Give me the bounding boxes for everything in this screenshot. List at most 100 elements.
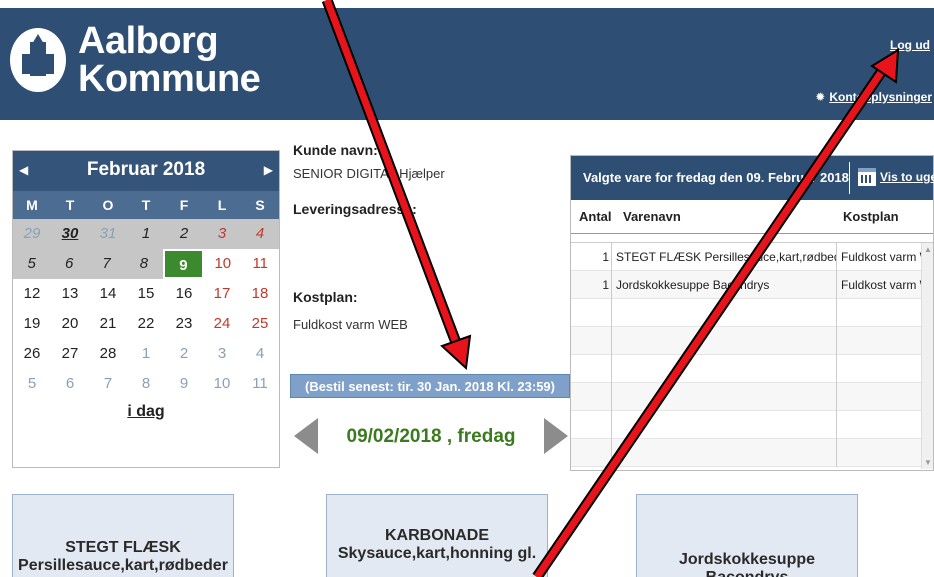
- meal-card[interactable]: STEGT FLÆSK Persillesauce,kart,rødbeder: [12, 494, 234, 577]
- show-two-weeks-button[interactable]: Vis to uger: [849, 162, 934, 194]
- calendar-day[interactable]: 26: [13, 339, 51, 369]
- calendar-day[interactable]: 30: [51, 219, 89, 249]
- calendar-day[interactable]: 25: [241, 309, 279, 339]
- calendar-day[interactable]: 9: [165, 369, 203, 399]
- meal-card-title: STEGT FLÆSK: [65, 539, 181, 556]
- calendar-weekdays: M T O T F L S: [13, 191, 279, 219]
- weekday-label: S: [255, 197, 265, 213]
- calendar-day[interactable]: 11: [241, 249, 279, 279]
- meal-plan-value: Fuldkost varm WEB: [293, 317, 408, 332]
- weekday-label: T: [141, 197, 151, 213]
- calendar-day[interactable]: 18: [241, 279, 279, 309]
- table-header: Antal Varenavn Kostplan: [571, 200, 933, 234]
- calendar-day[interactable]: 21: [89, 309, 127, 339]
- calendar-day[interactable]: 7: [89, 369, 127, 399]
- account-info-label: Kontooplysninger: [829, 90, 932, 104]
- meal-plan-label: Kostplan:: [293, 289, 358, 305]
- weekday-label: O: [102, 197, 114, 213]
- meal-card-subtitle: Skysauce,kart,honning gl.: [337, 545, 537, 562]
- column-header-kostplan: Kostplan: [843, 209, 899, 224]
- customer-name-value: SENIOR DIGITAL Hjælper: [293, 166, 445, 181]
- calendar-day[interactable]: 16: [165, 279, 203, 309]
- calendar-day[interactable]: 6: [51, 369, 89, 399]
- calendar-day[interactable]: 27: [51, 339, 89, 369]
- calendar-day[interactable]: 23: [165, 309, 203, 339]
- meal-card[interactable]: Jordskokkesuppe Bacondrys: [636, 494, 858, 577]
- calendar-day[interactable]: 24: [203, 309, 241, 339]
- weekday-label: L: [217, 197, 227, 213]
- row-item-name: Jordskokkesuppe Bacondrys: [611, 270, 836, 299]
- scroll-up-icon[interactable]: ▲: [924, 245, 932, 254]
- calendar-day[interactable]: 10: [204, 249, 242, 279]
- calendar-day[interactable]: 4: [241, 339, 279, 369]
- gear-icon: ✹: [815, 90, 826, 104]
- calendar-week-row: 19 20 21 22 23 24 25: [13, 309, 279, 339]
- table-row-empty: [571, 354, 933, 383]
- table-row[interactable]: 1 STEGT FLÆSK Persillesauce,kart,rødbede…: [571, 242, 933, 271]
- calendar-day[interactable]: 8: [127, 369, 165, 399]
- table-row-empty: [571, 438, 933, 467]
- calendar-day[interactable]: 2: [165, 339, 203, 369]
- previous-day-arrow-icon[interactable]: [294, 418, 318, 454]
- calendar-day[interactable]: 10: [203, 369, 241, 399]
- calendar-day[interactable]: 3: [203, 219, 241, 249]
- page-header: Aalborg Kommune Log ud ✹ Kontooplysninger: [0, 8, 934, 120]
- calendar-day[interactable]: 7: [87, 249, 126, 279]
- today-link[interactable]: i dag: [13, 403, 279, 421]
- calendar-day[interactable]: 6: [50, 249, 88, 279]
- column-header-varenavn: Varenavn: [623, 209, 681, 224]
- weekday-label: T: [65, 197, 75, 213]
- weekday-label: M: [26, 197, 38, 213]
- calendar-header: ◀ Februar 2018 ▶: [13, 151, 279, 191]
- calendar-day[interactable]: 5: [13, 369, 51, 399]
- show-two-weeks-label: Vis to uger: [880, 170, 934, 184]
- table-row-empty: [571, 326, 933, 355]
- column-header-antal: Antal: [579, 209, 612, 224]
- calendar-day[interactable]: 22: [127, 309, 165, 339]
- calendar-day[interactable]: 8: [125, 249, 163, 279]
- calendar-day[interactable]: 14: [89, 279, 127, 309]
- calendar-day[interactable]: 1: [127, 339, 165, 369]
- meal-card-subtitle: Persillesauce,kart,rødbeder: [18, 557, 228, 574]
- row-meal-plan: Fuldkost varm WEB: [836, 242, 933, 271]
- calendar-day[interactable]: 28: [89, 339, 127, 369]
- selected-items-header: Valgte vare for fredag den 09. Februar 2…: [571, 156, 934, 200]
- meal-card[interactable]: KARBONADE Skysauce,kart,honning gl.: [326, 494, 548, 577]
- calendar-week-row: 5 6 7 8 9 10 11: [13, 249, 279, 279]
- row-quantity: 1: [602, 277, 609, 292]
- calendar-day[interactable]: 12: [13, 279, 51, 309]
- customer-name-label: Kunde navn:: [293, 142, 378, 158]
- calendar-week-row: 12 13 14 15 16 17 18: [13, 279, 279, 309]
- calendar-week-row: 26 27 28 1 2 3 4: [13, 339, 279, 369]
- current-date: 09/02/2018 , fredag: [346, 426, 516, 447]
- calendar-week-row: 29 30 31 1 2 3 4: [13, 219, 279, 249]
- calendar-day[interactable]: 29: [13, 219, 51, 249]
- calendar: ◀ Februar 2018 ▶ M T O T F L S 29 30 31 …: [12, 150, 280, 468]
- calendar-day[interactable]: 19: [13, 309, 51, 339]
- chevron-right-icon[interactable]: ▶: [264, 163, 273, 177]
- calendar-day[interactable]: 15: [127, 279, 165, 309]
- calendar-day[interactable]: 1: [127, 219, 165, 249]
- table-row[interactable]: 1 Jordskokkesuppe Bacondrys Fuldkost var…: [571, 270, 933, 299]
- calendar-day[interactable]: 20: [51, 309, 89, 339]
- table-row-empty: [571, 382, 933, 411]
- calendar-day[interactable]: 17: [203, 279, 241, 309]
- table-row-empty: [571, 298, 933, 327]
- calendar-day[interactable]: 13: [51, 279, 89, 309]
- calendar-day[interactable]: 31: [89, 219, 127, 249]
- vertical-scrollbar[interactable]: ▲ ▼: [921, 243, 933, 469]
- calendar-day[interactable]: 4: [241, 219, 279, 249]
- next-day-arrow-icon[interactable]: [544, 418, 568, 454]
- logout-link[interactable]: Log ud: [890, 38, 930, 52]
- calendar-day[interactable]: 11: [241, 369, 279, 399]
- scroll-down-icon[interactable]: ▼: [924, 458, 932, 467]
- meal-card-title: KARBONADE: [385, 527, 489, 544]
- logo-line-1: Aalborg: [78, 20, 219, 62]
- calendar-day[interactable]: 2: [165, 219, 203, 249]
- calendar-day[interactable]: 5: [13, 249, 51, 279]
- account-info-link[interactable]: ✹ Kontooplysninger: [815, 90, 932, 104]
- calendar-day[interactable]: 3: [203, 339, 241, 369]
- aalborg-seal-logo-icon: [10, 28, 66, 92]
- calendar-day-selected[interactable]: 9: [162, 249, 205, 279]
- selected-items-title: Valgte vare for fredag den 09. Februar 2…: [583, 170, 849, 185]
